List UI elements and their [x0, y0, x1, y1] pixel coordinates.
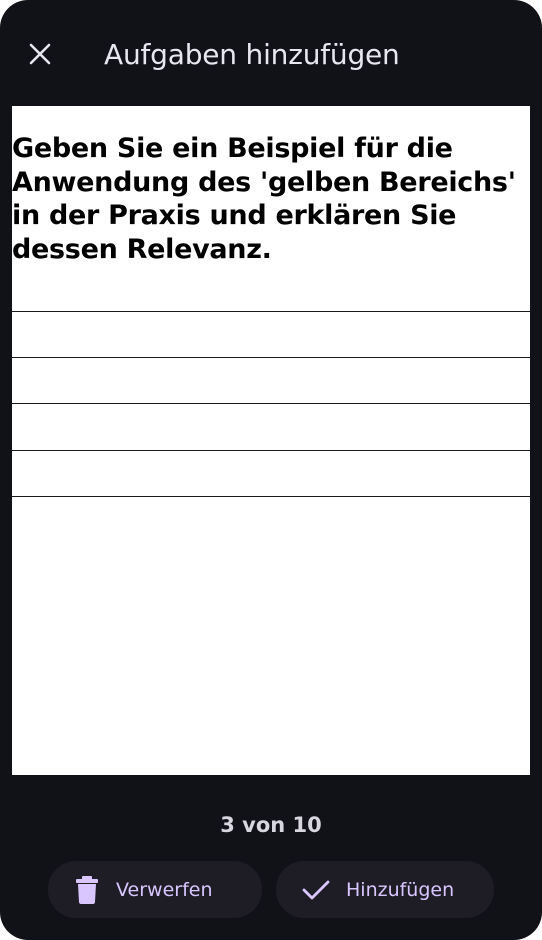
answer-line	[12, 311, 530, 312]
check-icon	[302, 879, 330, 901]
discard-button[interactable]: Verwerfen	[48, 861, 262, 918]
dialog-frame: Aufgaben hinzufügen Geben Sie ein Beispi…	[0, 0, 542, 940]
answer-line	[12, 496, 530, 497]
trash-icon	[76, 875, 98, 904]
add-label: Hinzufügen	[346, 878, 455, 901]
page-title: Aufgaben hinzufügen	[104, 38, 400, 71]
close-icon	[28, 42, 52, 71]
answer-line	[12, 357, 530, 358]
task-question: Geben Sie ein Beispiel für die Anwendung…	[12, 133, 516, 265]
task-card: Geben Sie ein Beispiel für die Anwendung…	[12, 106, 530, 775]
answer-line	[12, 450, 530, 451]
discard-label: Verwerfen	[116, 878, 213, 901]
close-button[interactable]	[18, 34, 62, 78]
answer-line	[12, 403, 530, 404]
add-button[interactable]: Hinzufügen	[276, 861, 494, 918]
top-app-bar: Aufgaben hinzufügen	[0, 0, 542, 106]
page-counter: 3 von 10	[220, 813, 322, 837]
